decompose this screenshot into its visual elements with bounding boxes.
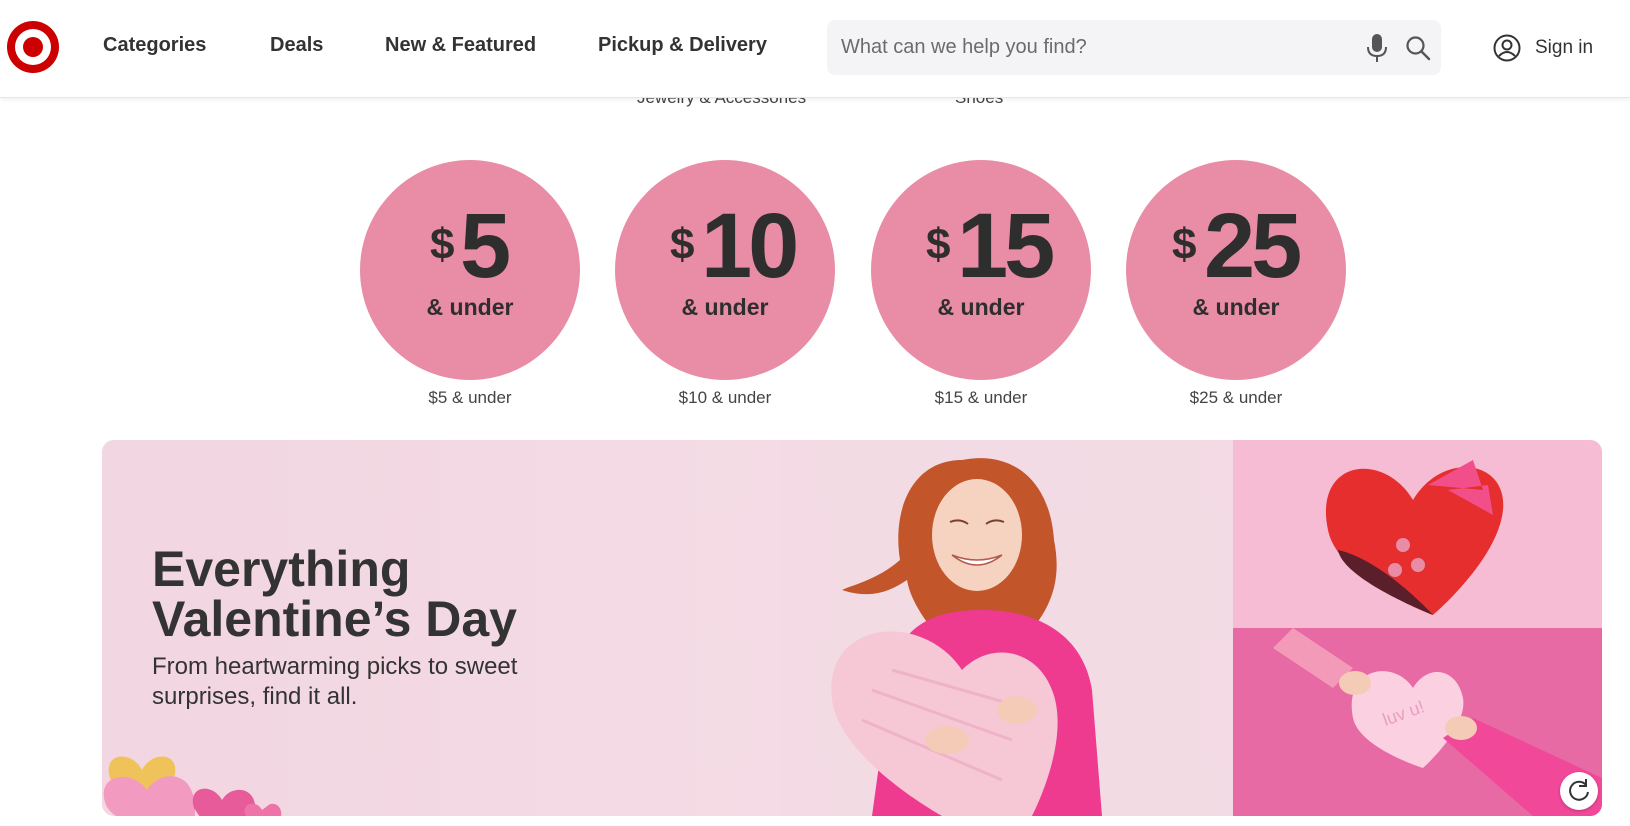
price-tile-10[interactable]: $ 10 & under $10 & under bbox=[615, 160, 835, 408]
price-amount: 15 bbox=[957, 195, 1055, 297]
chocolate-heart-box-image[interactable] bbox=[1233, 440, 1602, 628]
banner-subtitle: From heartwarming picks to sweet surpris… bbox=[152, 653, 518, 710]
nav-pickup-delivery[interactable]: Pickup & Delivery bbox=[598, 34, 767, 57]
account-icon bbox=[1493, 34, 1521, 62]
price-tile-25[interactable]: $ 25 & under $25 & under bbox=[1126, 160, 1346, 408]
price-tile-5[interactable]: $ 5 & under $5 & under bbox=[360, 160, 580, 408]
replay-button[interactable] bbox=[1560, 772, 1598, 810]
valentines-banner[interactable]: Everything Valentine’s Day From heartwar… bbox=[102, 440, 1602, 816]
price-circle: $ 25 & under bbox=[1126, 160, 1346, 380]
price-caption: $15 & under bbox=[934, 388, 1028, 407]
site-header: Categories Deals New & Featured Pickup &… bbox=[0, 0, 1630, 98]
microphone-icon[interactable] bbox=[1365, 33, 1389, 63]
heart-box-graphic bbox=[1325, 460, 1504, 615]
girl-with-heart-pillow-image bbox=[782, 440, 1242, 816]
dollar-sign: $ bbox=[926, 220, 951, 269]
price-amount: 25 bbox=[1204, 195, 1302, 297]
price-caption: $10 & under bbox=[678, 388, 772, 407]
price-amount: 10 bbox=[701, 195, 799, 297]
price-caption: $25 & under bbox=[1189, 388, 1283, 407]
price-under: & under bbox=[426, 294, 514, 320]
banner-title-line2: Valentine’s Day bbox=[152, 591, 517, 647]
banner-title: Everything Valentine’s Day bbox=[152, 544, 517, 644]
search-icon[interactable] bbox=[1405, 35, 1431, 61]
dollar-sign: $ bbox=[430, 220, 455, 269]
valentine-card-hands-image[interactable]: luv u! bbox=[1233, 628, 1602, 816]
search-input[interactable] bbox=[841, 20, 1341, 75]
price-tile-15[interactable]: $ 15 & under $15 & under bbox=[871, 160, 1091, 408]
price-circle: $ 5 & under bbox=[360, 160, 580, 380]
heart-card-graphic: luv u! bbox=[1273, 628, 1602, 816]
dollar-sign: $ bbox=[670, 220, 695, 269]
price-caption: $5 & under bbox=[428, 388, 512, 407]
replay-icon bbox=[1569, 779, 1589, 801]
nav-new-featured[interactable]: New & Featured bbox=[385, 34, 536, 57]
hearts-decoration bbox=[103, 756, 282, 816]
price-circle: $ 15 & under bbox=[871, 160, 1091, 380]
dollar-sign: $ bbox=[1172, 220, 1197, 269]
target-logo[interactable] bbox=[6, 20, 60, 74]
sign-in-label: Sign in bbox=[1535, 37, 1594, 58]
price-under: & under bbox=[681, 294, 769, 320]
search-bar bbox=[827, 20, 1441, 75]
price-amount: 5 bbox=[460, 195, 511, 297]
nav-deals[interactable]: Deals bbox=[270, 34, 323, 57]
price-circle: $ 10 & under bbox=[615, 160, 835, 380]
sign-in-button[interactable]: Sign in bbox=[1493, 33, 1593, 63]
banner-title-line1: Everything bbox=[152, 541, 411, 597]
price-under: & under bbox=[937, 294, 1025, 320]
nav-categories[interactable]: Categories bbox=[103, 34, 206, 57]
price-under: & under bbox=[1192, 294, 1280, 320]
